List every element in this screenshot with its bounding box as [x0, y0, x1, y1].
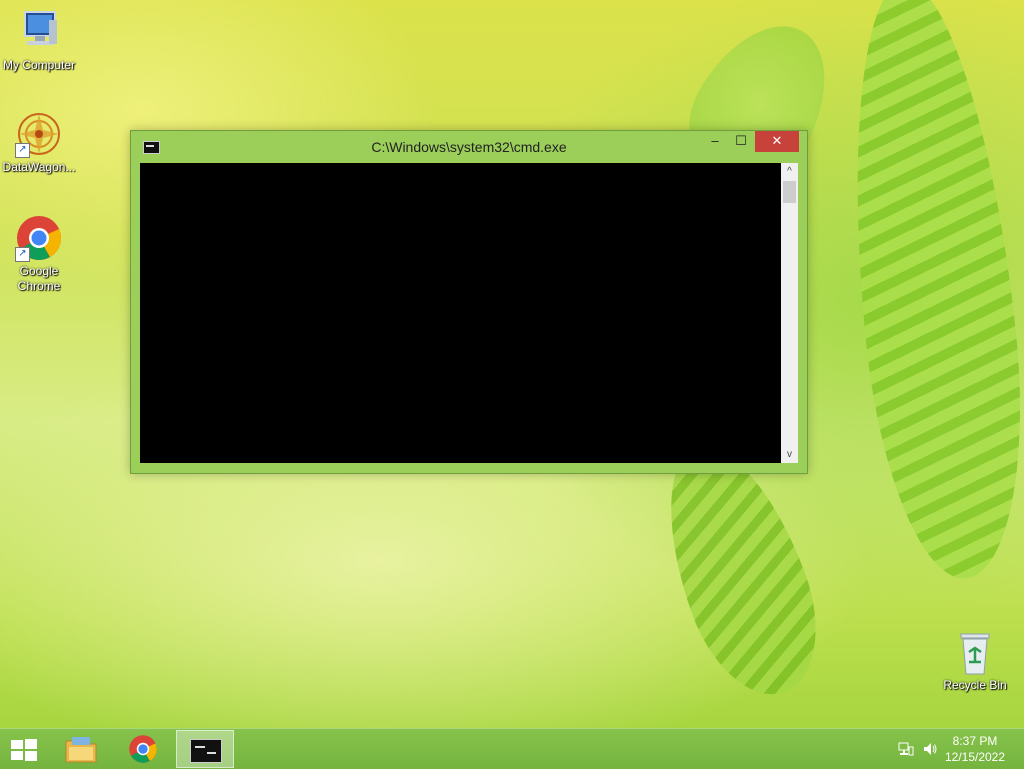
folder-icon — [65, 737, 97, 763]
windows-logo-icon — [11, 739, 37, 761]
chrome-icon: ↗ — [15, 214, 63, 262]
start-button[interactable] — [0, 730, 48, 768]
chrome-icon — [129, 735, 157, 763]
desktop-icon-datawagon[interactable]: ↗ DataWagon... — [1, 110, 77, 175]
desktop-icon-label: Recycle Bin — [943, 678, 1007, 692]
desktop-icon-label: DataWagon... — [2, 160, 76, 174]
taskbar-google-chrome[interactable] — [114, 730, 172, 768]
scrollbar-thumb[interactable] — [783, 181, 796, 203]
minimize-button[interactable]: – — [703, 131, 727, 152]
cmd-icon — [190, 739, 222, 763]
scroll-down-icon[interactable]: v — [781, 446, 798, 463]
network-icon[interactable] — [898, 741, 914, 757]
console-output[interactable] — [140, 163, 781, 463]
shortcut-arrow-icon: ↗ — [15, 247, 30, 262]
desktop-icon-recycle-bin[interactable]: Recycle Bin — [937, 632, 1013, 693]
recycle-bin-icon — [955, 632, 995, 676]
clock-time: 8:37 PM — [952, 734, 998, 748]
maximize-button[interactable]: ☐ — [729, 131, 753, 152]
datawagon-icon: ↗ — [15, 110, 63, 158]
close-button[interactable]: ✕ — [755, 131, 799, 152]
computer-icon — [15, 8, 63, 56]
taskbar-file-explorer[interactable] — [52, 730, 110, 768]
desktop-icon-label: Google Chrome — [17, 264, 61, 293]
system-clock[interactable]: 8:37 PM 12/15/2022 — [940, 733, 1010, 765]
window-titlebar[interactable]: C:\Windows\system32\cmd.exe – ☐ ✕ — [131, 131, 807, 163]
shortcut-arrow-icon: ↗ — [15, 143, 30, 158]
desktop-icon-google-chrome[interactable]: ↗ Google Chrome — [1, 214, 77, 294]
cmd-window[interactable]: C:\Windows\system32\cmd.exe – ☐ ✕ ^ v — [130, 130, 808, 474]
volume-icon[interactable] — [922, 741, 938, 757]
clock-date: 12/15/2022 — [944, 750, 1006, 764]
wallpaper-leaf — [829, 0, 1024, 587]
desktop-icon-label: My Computer — [2, 58, 76, 72]
scroll-up-icon[interactable]: ^ — [781, 163, 798, 180]
taskbar: 8:37 PM 12/15/2022 — [0, 728, 1024, 769]
vertical-scrollbar[interactable]: ^ v — [781, 163, 798, 463]
desktop-icon-my-computer[interactable]: My Computer — [1, 8, 77, 73]
taskbar-command-prompt[interactable] — [176, 730, 234, 768]
